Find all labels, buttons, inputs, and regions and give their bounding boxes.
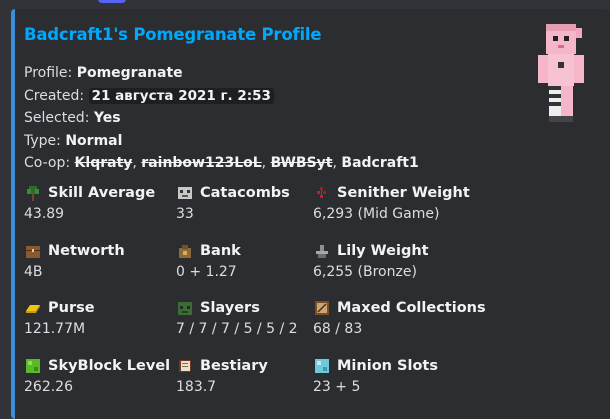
field-skill-average: Skill Average 43.89 [24,185,156,222]
emerald-block-icon [26,359,40,373]
field-minion-slots: Minion Slots 23 + 5 [313,358,438,395]
chest-icon [26,246,40,258]
coop-row: Co-op: Klqraty, rainbow123LoL, BWBSyt, B… [24,155,419,171]
type-value: Normal [65,132,123,149]
coop-member: rainbow123LoL [141,155,262,171]
book-icon [179,360,191,372]
field-networth: Networth 4B [24,243,125,280]
coin-bag-icon [179,245,191,258]
field-bank: Bank 0 + 1.27 [176,243,241,280]
coop-member-active: Badcraft1 [341,155,419,171]
created-timestamp[interactable]: 21 августа 2021 г. 2:53 [88,87,274,104]
diamond-block-icon [315,359,329,373]
field-senither-weight: Senither Weight 6,293 (Mid Game) [313,185,470,222]
created-row: Created: 21 августа 2021 г. 2:53 [24,85,419,108]
field-bestiary: Bestiary 183.7 [176,358,268,395]
field-purse: Purse 121.77M [24,300,95,337]
bot-tag [98,0,126,3]
field-catacombs: Catacombs 33 [176,185,290,222]
coop-member: BWBSyt [270,155,333,171]
sapling-icon [27,186,39,201]
gold-ingot-icon [26,305,40,313]
profile-name: Pomegranate [76,65,183,81]
player-skin-thumbnail[interactable] [536,22,592,124]
profile-row: Profile: Pomegranate [24,65,183,81]
field-maxed-collections: Maxed Collections 68 / 83 [313,300,486,337]
coop-member: Klqraty [74,155,133,171]
anvil-icon [316,245,328,258]
skull-icon [178,187,192,199]
red-berry-icon [317,187,326,198]
profile-description: Profile: Pomegranate Created: 21 августа… [24,62,419,175]
field-slayers: Slayers 7 / 7 / 7 / 5 / 5 / 2 [176,300,298,337]
top-strip [0,0,610,6]
type-row: Type: Normal [24,132,123,149]
embed-accent-bar [11,9,15,419]
zombie-head-icon [178,302,192,315]
field-skyblock-level: SkyBlock Level 262.26 [24,358,171,395]
painting-icon [315,301,329,315]
embed-title-link[interactable]: Badcraft1's Pomegranate Profile [24,25,322,44]
selected-row: Selected: Yes [24,110,121,126]
selected-value: Yes [93,110,121,126]
field-lily-weight: Lily Weight 6,255 (Bronze) [313,243,429,280]
